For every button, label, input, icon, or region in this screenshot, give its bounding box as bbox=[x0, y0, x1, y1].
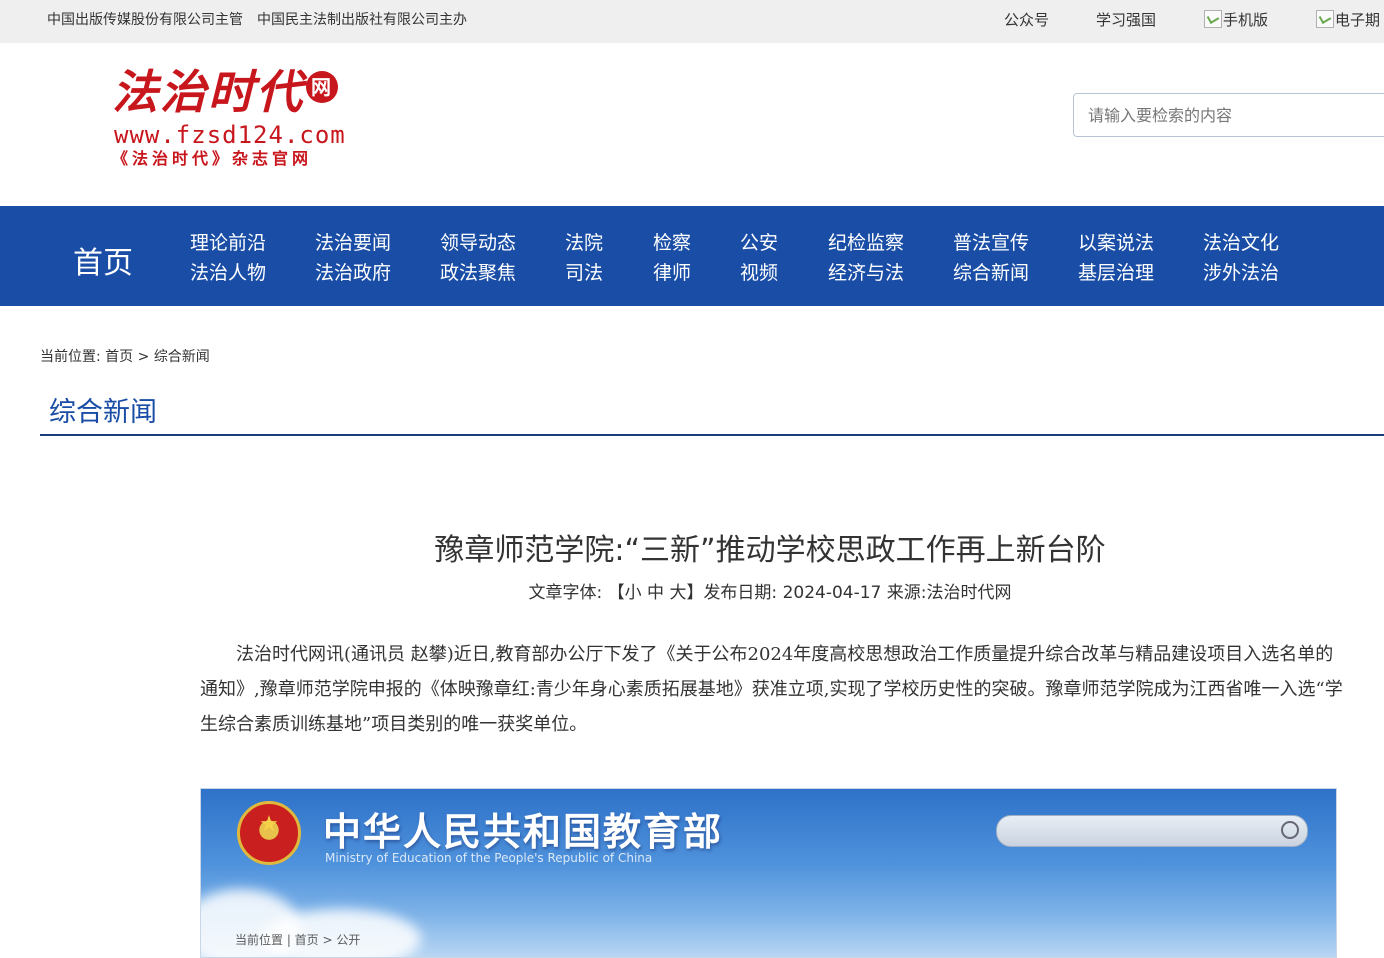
article-paragraph: 法治时代网讯(通讯员 赵攀)近日,教育部办公厅下发了《关于公布2024年度高校思… bbox=[200, 644, 1343, 735]
nav-item-video[interactable]: 视频 bbox=[740, 258, 778, 288]
font-size-label: 文章字体: bbox=[528, 583, 603, 603]
nav-col-1: 理论前沿 法治人物 bbox=[190, 228, 266, 288]
nav-col-4: 法院 司法 bbox=[565, 228, 603, 288]
article-meta: 文章字体: 【小 中 大】发布日期: 2024-04-17 来源:法治时代网 bbox=[200, 578, 1340, 603]
nav-item-grassroots[interactable]: 基层治理 bbox=[1078, 258, 1154, 288]
breadcrumb-prefix: 当前位置: bbox=[40, 349, 101, 365]
font-size-small-button[interactable]: 小 bbox=[625, 583, 642, 603]
nav-item-court[interactable]: 法院 bbox=[565, 228, 603, 258]
nav-item-leaders[interactable]: 领导动态 bbox=[440, 228, 516, 258]
logo-brand: 法治时代网 bbox=[112, 62, 374, 122]
nav-item-people[interactable]: 法治人物 bbox=[190, 258, 266, 288]
logo-tagline: 《法治时代》杂志官网 bbox=[112, 149, 313, 168]
epaper-link-label: 电子期 bbox=[1335, 11, 1381, 29]
logo-url: www.fzsd124.com bbox=[114, 121, 346, 149]
sponsor-supervisor: 中国出版传媒股份有限公司主管 bbox=[47, 12, 243, 28]
nav-col-6: 公安 视频 bbox=[740, 228, 778, 288]
ministry-name: 中华人民共和国教育部 bbox=[323, 810, 724, 854]
publish-date-label: 发布日期: bbox=[703, 583, 778, 603]
nav-col-9: 以案说法 基层治理 bbox=[1078, 228, 1154, 288]
search-input[interactable] bbox=[1086, 94, 1384, 136]
nav-item-politics[interactable]: 政法聚焦 bbox=[440, 258, 516, 288]
nav-item-discipline[interactable]: 纪检监察 bbox=[828, 228, 904, 258]
search-icon bbox=[1281, 821, 1299, 839]
ministry-english-name: Ministry of Education of the People's Re… bbox=[325, 851, 653, 865]
nav-item-government[interactable]: 法治政府 bbox=[315, 258, 391, 288]
nav-item-major-news[interactable]: 法治要闻 bbox=[315, 228, 391, 258]
national-emblem-icon bbox=[237, 801, 301, 865]
logo-net-badge: 网 bbox=[306, 71, 338, 103]
nav-col-5: 检察 律师 bbox=[653, 228, 691, 288]
mobile-link[interactable]: 手机版 bbox=[1204, 9, 1268, 30]
font-size-open-bracket: 【 bbox=[607, 583, 625, 603]
font-size-close-bracket: 】 bbox=[686, 583, 704, 603]
ministry-search-bar bbox=[996, 815, 1308, 847]
font-size-large-button[interactable]: 大 bbox=[669, 583, 686, 603]
publish-date: 2024-04-17 bbox=[782, 583, 882, 603]
search-box bbox=[1073, 93, 1384, 137]
nav-home[interactable]: 首页 bbox=[73, 238, 133, 282]
nav-item-lawyer[interactable]: 律师 bbox=[653, 258, 691, 288]
nav-item-theory[interactable]: 理论前沿 bbox=[190, 228, 266, 258]
nav-col-7: 纪检监察 经济与法 bbox=[828, 228, 904, 288]
source-name: 法治时代网 bbox=[926, 583, 1012, 603]
breadcrumb-current[interactable]: 综合新闻 bbox=[154, 349, 210, 365]
main-nav: 首页 理论前沿 法治人物 法治要闻 法治政府 领导动态 政法聚焦 法院 司法 检… bbox=[0, 206, 1384, 306]
nav-item-police[interactable]: 公安 bbox=[740, 228, 778, 258]
nav-item-general-news[interactable]: 综合新闻 bbox=[953, 258, 1029, 288]
nav-item-economy-law[interactable]: 经济与法 bbox=[828, 258, 904, 288]
nav-item-legal-culture[interactable]: 法治文化 bbox=[1203, 228, 1279, 258]
nav-item-foreign-law[interactable]: 涉外法治 bbox=[1203, 258, 1279, 288]
site-logo[interactable]: 法治时代网 www.fzsd124.com 《法治时代》杂志官网 bbox=[112, 62, 374, 182]
nav-item-case-study[interactable]: 以案说法 bbox=[1078, 228, 1154, 258]
sponsor-organizer: 中国民主法制出版社有限公司主办 bbox=[257, 12, 467, 28]
breadcrumb-separator: > bbox=[137, 349, 150, 365]
wechat-link[interactable]: 公众号 bbox=[1004, 9, 1049, 30]
top-utility-bar: 中国出版传媒股份有限公司主管 中国民主法制出版社有限公司主办 公众号 学习强国 手… bbox=[0, 0, 1384, 43]
nav-item-judicial[interactable]: 司法 bbox=[565, 258, 603, 288]
nav-item-procuratorate[interactable]: 检察 bbox=[653, 228, 691, 258]
nav-col-2: 法治要闻 法治政府 bbox=[315, 228, 391, 288]
epaper-icon bbox=[1316, 10, 1334, 28]
nav-col-3: 领导动态 政法聚焦 bbox=[440, 228, 516, 288]
mobile-icon bbox=[1204, 10, 1222, 28]
epaper-link[interactable]: 电子期 bbox=[1316, 9, 1380, 30]
nav-col-10: 法治文化 涉外法治 bbox=[1203, 228, 1279, 288]
nav-item-legal-education[interactable]: 普法宣传 bbox=[953, 228, 1029, 258]
logo-brand-text: 法治时代 bbox=[112, 65, 304, 119]
breadcrumb: 当前位置: 首页 > 综合新闻 bbox=[40, 346, 210, 366]
breadcrumb-home[interactable]: 首页 bbox=[105, 349, 133, 365]
nav-col-8: 普法宣传 综合新闻 bbox=[953, 228, 1029, 288]
article-title: 豫章师范学院:“三新”推动学校思政工作再上新台阶 bbox=[434, 533, 1106, 568]
xuexi-link[interactable]: 学习强国 bbox=[1096, 9, 1156, 30]
article-image: 中华人民共和国教育部 Ministry of Education of the … bbox=[200, 788, 1337, 958]
font-size-medium-button[interactable]: 中 bbox=[647, 583, 664, 603]
source-label: 来源: bbox=[886, 583, 927, 603]
sponsor-info: 中国出版传媒股份有限公司主管 中国民主法制出版社有限公司主办 bbox=[47, 9, 481, 29]
section-title: 综合新闻 bbox=[49, 397, 157, 428]
ministry-breadcrumb: 当前位置 | 首页 > 公开 bbox=[235, 933, 361, 947]
mobile-link-label: 手机版 bbox=[1223, 11, 1269, 29]
section-header: 综合新闻 bbox=[40, 378, 1384, 436]
